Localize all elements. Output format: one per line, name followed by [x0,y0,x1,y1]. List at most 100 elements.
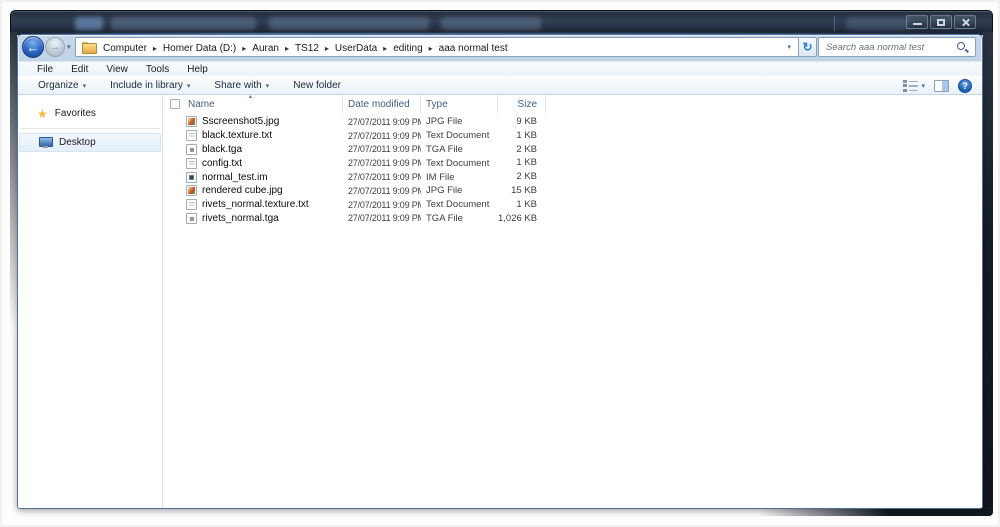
menu-item-help[interactable]: Help [178,64,217,75]
breadcrumb-segment[interactable]: aaa normal test [436,43,511,54]
table-row[interactable]: config.txt 27/07/2011 9:09 PM Text Docum… [163,156,982,170]
background-window-right-edge [983,32,993,516]
txt-file-icon [186,130,197,141]
column-header-date-modified[interactable]: Date modified [343,95,421,113]
forward-button[interactable]: → [45,37,65,57]
breadcrumb-segment[interactable]: UserData [332,43,380,54]
file-name: normal_test.im [202,172,268,183]
breadcrumb-arrow-icon: ▸ [380,44,390,53]
sidebar-item-favorites[interactable]: ★ Favorites [18,104,162,123]
sidebar-item-label: Favorites [55,108,96,119]
file-size: 1 KB [498,156,546,170]
file-name-cell: black.texture.txt [163,130,343,141]
toolbar-button-label: New folder [293,80,341,91]
folder-icon [82,42,95,52]
sort-ascending-icon: ▴ [249,93,252,100]
maximize-icon [937,19,945,26]
column-label: Date modified [348,99,410,110]
txt-file-icon [186,199,197,210]
breadcrumb-arrow-icon: ▸ [426,44,436,53]
file-type: TGA File [421,144,498,155]
help-button[interactable]: ? [958,79,972,93]
table-row[interactable]: rivets_normal.tga 27/07/2011 9:09 PM TGA… [163,212,982,226]
address-bar[interactable]: Computer▸Homer Data (D:)▸Auran▸TS12▸User… [75,37,799,57]
column-header-type[interactable]: Type [421,95,498,113]
recent-pages-dropdown[interactable]: ▾ [67,43,71,51]
column-label: Type [426,99,448,110]
navigation-bar: ← → ▾ Computer▸Homer Data (D:)▸Auran▸TS1… [18,35,982,61]
breadcrumb-segment[interactable]: Computer [100,43,150,54]
file-date: 27/07/2011 9:09 PM [343,158,421,168]
minimize-button[interactable] [906,15,928,29]
views-icon [903,80,918,92]
im-file-icon [186,172,197,183]
minimize-icon [913,23,922,25]
breadcrumb: Computer▸Homer Data (D:)▸Auran▸TS12▸User… [100,38,511,56]
sidebar-item-label: Desktop [59,137,96,148]
table-row[interactable]: black.texture.txt 27/07/2011 9:09 PM Tex… [163,129,982,143]
search-box [818,37,976,57]
file-size: 1,026 KB [498,212,546,226]
address-dropdown-icon[interactable]: ▾ [787,43,798,51]
back-button[interactable]: ← [22,36,44,58]
breadcrumb-arrow-icon: ▸ [322,44,332,53]
breadcrumb-segment[interactable]: Homer Data (D:) [160,43,239,54]
search-input[interactable] [821,39,951,55]
blurred-ui-element [846,17,911,30]
file-name-cell: rivets_normal.texture.txt [163,199,343,210]
file-type: TGA File [421,213,498,224]
blurred-ui-element [441,17,541,30]
menu-item-view[interactable]: View [97,64,137,75]
blurred-ui-element [111,17,256,30]
table-row[interactable]: rivets_normal.texture.txt 27/07/2011 9:0… [163,198,982,212]
file-type: Text Document [421,130,498,141]
menu-item-tools[interactable]: Tools [137,64,178,75]
column-header-name[interactable]: Name ▴ [163,95,343,113]
tga-file-icon [186,144,197,155]
blurred-ui-element [269,17,429,30]
close-button[interactable] [954,15,976,29]
table-row[interactable]: rendered cube.jpg 27/07/2011 9:09 PM JPG… [163,184,982,198]
column-label: Size [518,99,537,110]
file-date: 27/07/2011 9:09 PM [343,144,421,154]
column-label: Name [188,99,215,110]
toolbar-button-share-with[interactable]: Share with▾ [206,80,277,91]
toolbar-button-new-folder[interactable]: New folder [285,80,349,91]
breadcrumb-segment[interactable]: TS12 [292,43,322,54]
table-row[interactable]: black.tga 27/07/2011 9:09 PM TGA File 2 … [163,143,982,157]
file-date: 27/07/2011 9:09 PM [343,117,421,127]
jpg-file-icon [186,116,197,127]
sidebar-item-desktop[interactable]: Desktop [19,133,161,152]
toolbar-button-label: Organize [38,80,79,91]
menu-item-file[interactable]: File [28,64,62,75]
preview-pane-button[interactable] [934,80,949,92]
star-icon: ★ [37,109,48,119]
table-row[interactable]: normal_test.im 27/07/2011 9:09 PM IM Fil… [163,170,982,184]
tga-file-icon [186,213,197,224]
select-all-checkbox[interactable] [170,99,180,109]
toolbar-button-include-in-library[interactable]: Include in library▾ [102,80,198,91]
menu-item-edit[interactable]: Edit [62,64,97,75]
file-type: JPG File [421,116,498,127]
background-window-left-edge [10,32,17,332]
breadcrumb-segment[interactable]: Auran [249,43,282,54]
file-size: 1 KB [498,129,546,143]
table-row[interactable]: Sscreenshot5.jpg 27/07/2011 9:09 PM JPG … [163,115,982,129]
chevron-down-icon: ▾ [266,82,270,90]
breadcrumb-segment[interactable]: editing [390,43,425,54]
refresh-button[interactable]: ↻ [799,37,817,57]
file-name: black.tga [202,144,242,155]
maximize-button[interactable] [930,15,952,29]
file-date: 27/07/2011 9:09 PM [343,186,421,196]
change-view-button[interactable]: ▾ [903,80,925,92]
toolbar: Organize▾Include in library▾Share with▾N… [18,76,982,95]
toolbar-button-organize[interactable]: Organize▾ [30,80,94,91]
jpg-file-icon [186,185,197,196]
file-type: JPG File [421,185,498,196]
chevron-down-icon: ▾ [187,82,191,90]
file-name: rivets_normal.tga [202,213,279,224]
file-size: 15 KB [498,184,546,198]
desktop-icon [39,137,52,148]
column-header-size[interactable]: Size [498,95,546,113]
file-size: 2 KB [498,143,546,157]
